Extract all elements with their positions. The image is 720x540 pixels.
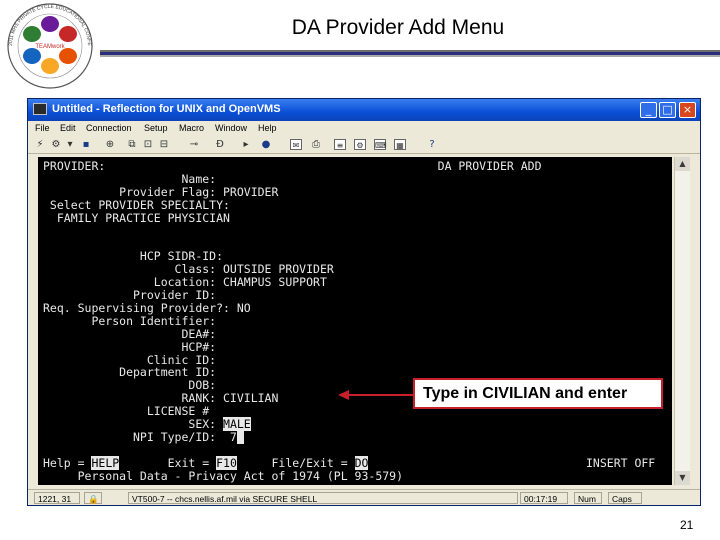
reflection-window: Untitled - Reflection for UNIX and OpenV… bbox=[27, 98, 701, 506]
close-button[interactable]: × bbox=[679, 102, 696, 118]
menu-bar: File Edit Connection Setup Macro Window … bbox=[28, 121, 700, 137]
cursor-position: 1221, 31 bbox=[34, 492, 80, 504]
disconnect-icon[interactable]: ⚙ bbox=[50, 139, 62, 150]
terminal-line: Personal Data - Privacy Act of 1974 (PL … bbox=[43, 468, 404, 483]
save-icon[interactable]: ▪ bbox=[80, 139, 92, 150]
logo-center-text: TEAMwork bbox=[35, 44, 65, 50]
terminal-line: DEA#: bbox=[43, 326, 217, 341]
scroll-up-icon[interactable]: ▲ bbox=[675, 157, 690, 171]
menu-file[interactable]: File bbox=[35, 123, 50, 133]
status-bar: 1221, 31 🔒 VT500-7 -- chcs.nellis.af.mil… bbox=[28, 489, 700, 505]
record-icon[interactable]: ● bbox=[260, 139, 272, 150]
terminal-line: Select PROVIDER SPECIALTY: bbox=[43, 197, 230, 212]
settings-icon[interactable]: ⚙ bbox=[354, 139, 366, 150]
terminal-line: Person Identifier: bbox=[43, 313, 217, 328]
terminal-line: Help = HELP Exit = F10 File/Exit = DO INS… bbox=[43, 455, 655, 470]
file-exit-key[interactable]: DO bbox=[354, 455, 369, 470]
terminal-line: FAMILY PRACTICE PHYSICIAN bbox=[43, 210, 230, 225]
keyboard-icon[interactable]: ⌨ bbox=[374, 139, 387, 150]
toolbar-grid-icon[interactable]: ▦ bbox=[394, 139, 406, 150]
instruction-callout: Type in CIVILIAN and enter bbox=[413, 378, 663, 409]
terminal-line: Provider Flag: PROVIDER bbox=[43, 184, 279, 199]
session-time: 00:17:19 bbox=[520, 492, 568, 504]
terminal-line-text: Exit = bbox=[119, 455, 217, 470]
terminal-line: HCP#: bbox=[43, 339, 217, 354]
file-exit-label: File/Exit = bbox=[236, 455, 355, 470]
minimize-button[interactable]: _ bbox=[640, 102, 657, 118]
callout-text: Type in CIVILIAN and enter bbox=[423, 385, 628, 402]
dropdown-arrow-icon[interactable]: ▾ bbox=[64, 139, 76, 150]
insert-mode-indicator: INSERT OFF bbox=[586, 455, 656, 470]
menu-setup[interactable]: Setup bbox=[144, 123, 168, 133]
exit-key[interactable]: F10 bbox=[216, 455, 237, 470]
split-icon[interactable]: ⊸ bbox=[188, 139, 200, 150]
connect-icon[interactable]: ⚡ bbox=[34, 139, 46, 150]
terminal-line: Req. Supervising Provider?: NO bbox=[43, 300, 251, 315]
terminal-line-label: SEX: bbox=[43, 417, 224, 431]
callout-arrow bbox=[338, 390, 414, 400]
text-cursor bbox=[236, 429, 244, 444]
terminal-line-label: NPI Type/ID: 7 bbox=[43, 429, 237, 444]
menu-window[interactable]: Window bbox=[215, 123, 247, 133]
session-info: VT500-7 -- chcs.nellis.af.mil via SECURE… bbox=[128, 492, 518, 504]
scroll-down-icon[interactable]: ▼ bbox=[675, 471, 690, 485]
window-title: Untitled - Reflection for UNIX and OpenV… bbox=[52, 103, 281, 115]
num-lock-indicator: Num bbox=[574, 492, 602, 504]
conference-logo: TEAMwork 2011 MHS PRIVATE CYCLE EDUCATIO… bbox=[2, 2, 93, 89]
window-titlebar[interactable]: Untitled - Reflection for UNIX and OpenV… bbox=[28, 99, 700, 121]
terminal-line: NPI Type/ID: 7 bbox=[43, 429, 244, 444]
vertical-scrollbar[interactable]: ▲ ▼ bbox=[674, 157, 690, 485]
menu-help[interactable]: Help bbox=[258, 123, 277, 133]
font-icon[interactable]: Ð bbox=[214, 139, 226, 150]
print-icon[interactable]: ⎙ bbox=[310, 139, 322, 150]
caps-lock-indicator: Caps bbox=[608, 492, 642, 504]
slide-title: DA Provider Add Menu bbox=[291, 16, 505, 39]
paste-icon[interactable]: ⊡ bbox=[142, 139, 154, 150]
terminal-line: Name: bbox=[43, 171, 217, 186]
menu-macro[interactable]: Macro bbox=[179, 123, 204, 133]
maximize-button[interactable]: □ bbox=[659, 102, 676, 118]
highlighted-field-value[interactable]: MALE bbox=[223, 417, 251, 431]
toolbar: ⚡ ⚙ ▾ ▪ ⊕ ⧉ ⊡ ⊟ ⊸ Ð ▸ ● ✉ ⎙ ≡ ⚙ ⌨ ▦ ? bbox=[28, 137, 700, 154]
mail-icon[interactable]: ✉ bbox=[290, 139, 302, 150]
lock-icon: 🔒 bbox=[84, 492, 102, 504]
page-number: 21 bbox=[680, 518, 694, 532]
menu-connection[interactable]: Connection bbox=[86, 123, 132, 133]
reflection-app-icon[interactable] bbox=[33, 103, 47, 115]
highlighted-field-value[interactable]: HELP bbox=[91, 455, 120, 470]
clipboard-icon[interactable]: ⊟ bbox=[158, 139, 170, 150]
title-rule bbox=[100, 50, 720, 59]
copy-icon[interactable]: ⧉ bbox=[126, 139, 138, 150]
find-icon[interactable]: ⊕ bbox=[104, 139, 116, 150]
context-help-icon[interactable]: ? bbox=[426, 139, 438, 150]
chevron-right-icon[interactable]: ▸ bbox=[240, 139, 252, 150]
terminal-screen[interactable]: PROVIDER: DA PROVIDER ADD Name: Provider… bbox=[38, 157, 672, 485]
macro-icon[interactable]: ≡ bbox=[334, 139, 346, 150]
terminal-line-label: Help = bbox=[43, 455, 92, 470]
menu-edit[interactable]: Edit bbox=[60, 123, 76, 133]
